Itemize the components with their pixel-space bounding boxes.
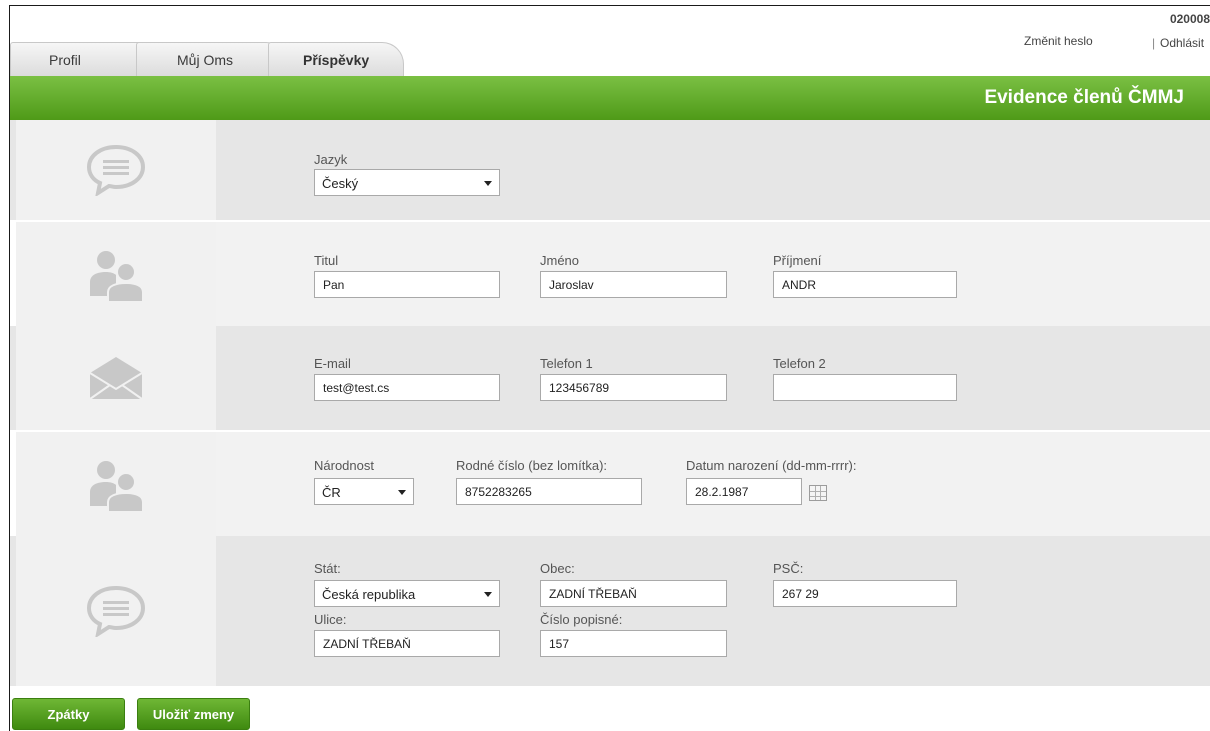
icon-cell [16,536,216,686]
language-fields: Jazyk Český [216,120,1210,220]
first-name-label: Jméno [540,253,580,268]
house-number-input[interactable] [540,630,727,657]
title-label: Titul [314,253,339,268]
street-input[interactable] [314,630,500,657]
nationality-value: ČR [322,485,341,500]
phone1-label: Telefon 1 [540,356,593,371]
tab-prispevky[interactable]: Příspěvky [268,42,404,76]
icon-cell [16,432,216,536]
icon-cell [16,326,216,430]
birth-date-label: Datum narození (dd-mm-rrrr): [686,458,857,473]
name-section: Titul Jméno Příjmení [16,222,1210,326]
main-tabs: Profil Můj Oms Příspěvky [10,42,430,76]
icon-cell [16,222,216,326]
address-fields: Stát: Česká republika Obec: PSČ: Ulice: … [216,536,1210,686]
first-name-input[interactable] [540,271,727,298]
title-input[interactable] [314,271,500,298]
contact-section: E-mail Telefon 1 Telefon 2 [16,326,1210,430]
state-select[interactable]: Česká republika [314,580,500,607]
save-button[interactable]: Uložiť zmeny [137,698,250,730]
users-icon [90,251,144,302]
identity-section: Národnost ČR Rodné číslo (bez lomítka): … [16,432,1210,536]
state-label: Stát: [314,561,341,576]
language-select[interactable]: Český [314,169,500,196]
birth-number-label: Rodné číslo (bez lomítka): [456,458,608,473]
state-value: Česká republika [322,587,416,602]
header-separator: | [1152,36,1156,50]
email-label: E-mail [314,356,351,371]
user-number: 020008 [1169,12,1210,26]
window-frame-top [9,5,1210,6]
zip-input[interactable] [773,580,957,607]
tab-label: Můj Oms [177,52,233,68]
house-number-label: Číslo popisné: [540,612,623,627]
nationality-label: Národnost [314,458,374,473]
city-label: Obec: [540,561,575,576]
speech-bubble-icon [86,585,146,637]
phone2-input[interactable] [773,374,957,401]
address-section: Stát: Česká republika Obec: PSČ: Ulice: … [16,536,1210,686]
phone2-label: Telefon 2 [773,356,826,371]
tab-muj-oms[interactable]: Můj Oms [136,42,288,76]
birth-number-input[interactable] [456,478,642,505]
zip-label: PSČ: [773,561,804,576]
users-icon [90,461,144,512]
title-banner: Evidence členů ČMMJ [10,76,1210,120]
language-label: Jazyk [314,152,348,167]
contact-fields: E-mail Telefon 1 Telefon 2 [216,326,1210,430]
last-name-label: Příjmení [773,253,822,268]
nationality-select[interactable]: ČR [314,478,414,505]
language-section: Jazyk Český [16,120,1210,220]
birth-date-input[interactable] [686,478,802,505]
logout-link[interactable]: Odhlásit [1160,36,1204,50]
language-value: Český [322,176,359,191]
identity-fields: Národnost ČR Rodné číslo (bez lomítka): … [216,432,1210,536]
chevron-down-icon [484,181,492,186]
city-input[interactable] [540,580,727,607]
name-fields: Titul Jméno Příjmení [216,222,1210,326]
street-label: Ulice: [314,612,347,627]
tab-label: Příspěvky [303,52,370,68]
last-name-input[interactable] [773,271,957,298]
page-title: Evidence členů ČMMJ [984,87,1184,108]
phone1-input[interactable] [540,374,727,401]
tab-label: Profil [49,52,81,68]
change-password-link[interactable]: Změnit heslo [1024,34,1093,48]
chevron-down-icon [484,592,492,597]
icon-cell [16,120,216,220]
back-button[interactable]: Zpátky [12,698,125,730]
speech-bubble-icon [86,144,146,196]
envelope-icon [89,357,143,400]
calendar-icon[interactable] [809,485,827,501]
chevron-down-icon [398,490,406,495]
email-input[interactable] [314,374,500,401]
